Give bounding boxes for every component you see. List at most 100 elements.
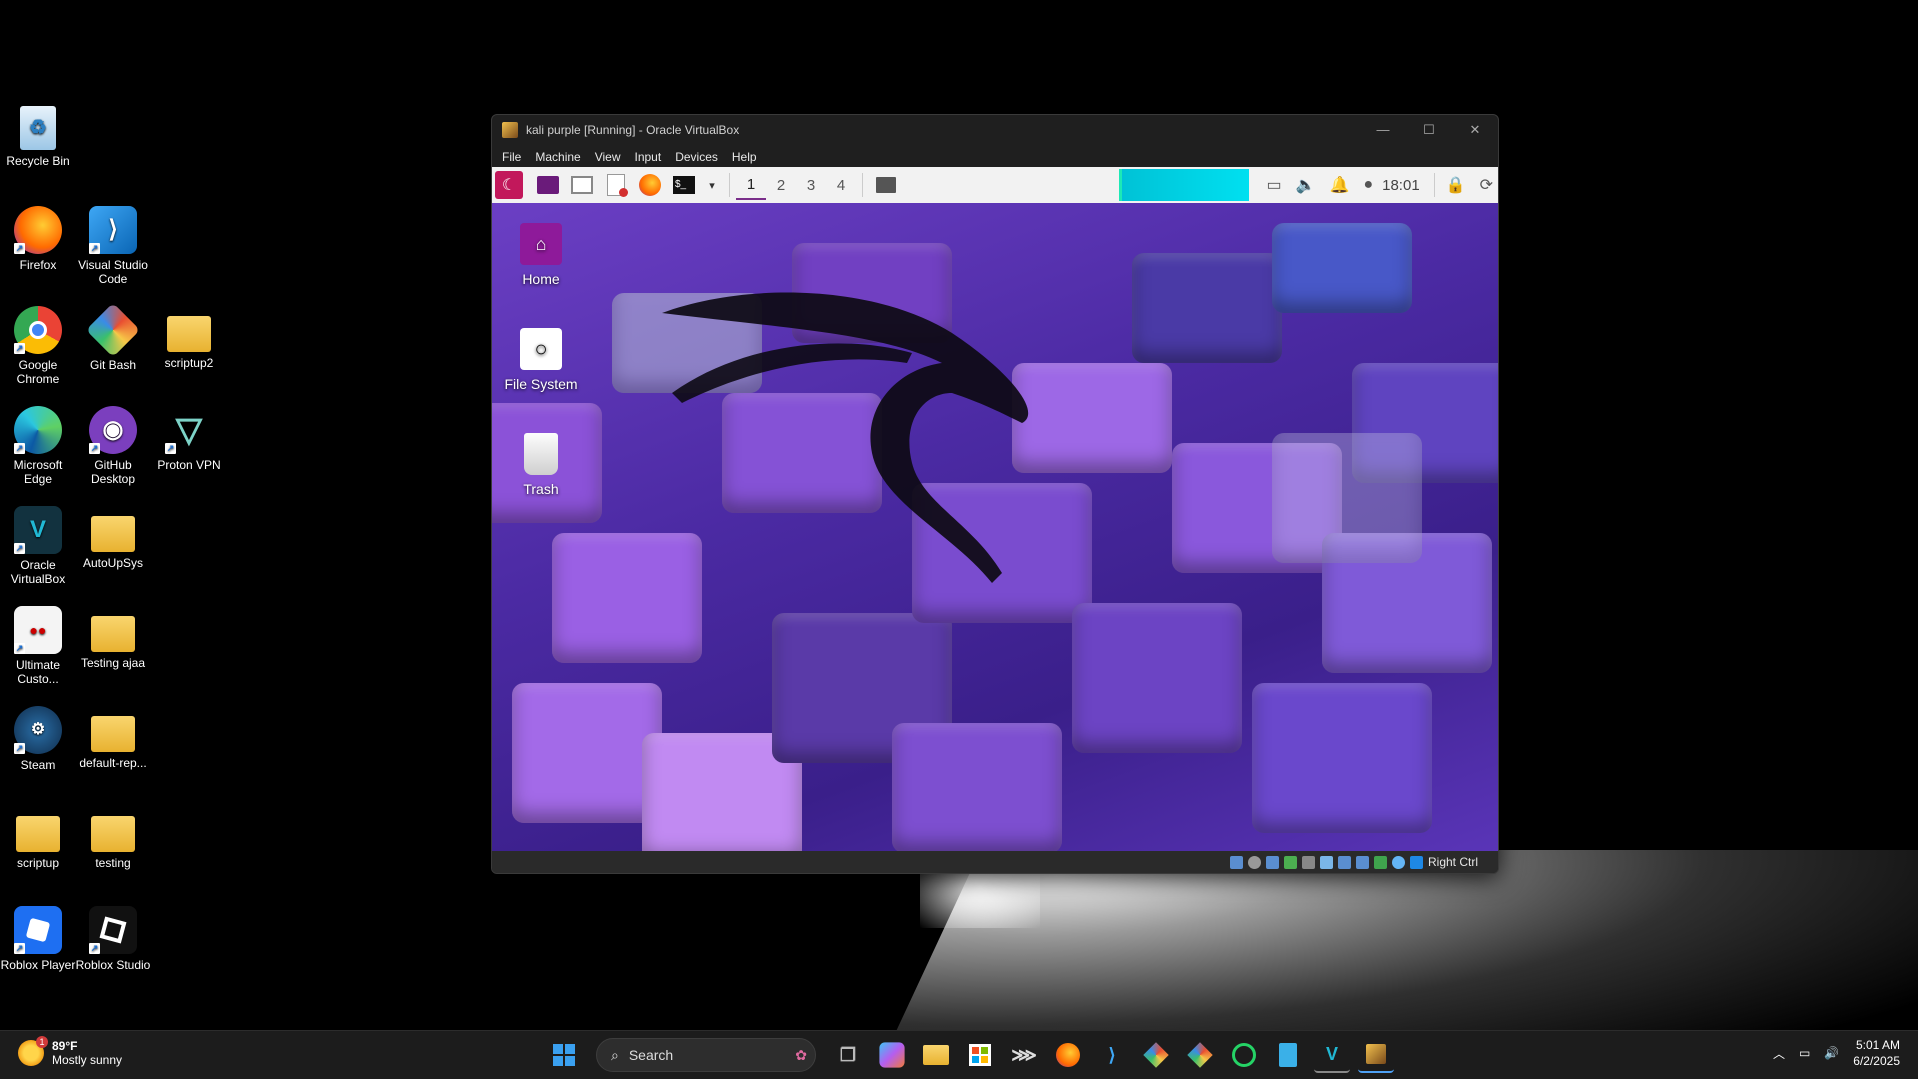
notepad-icon[interactable] xyxy=(1270,1037,1306,1073)
volume-icon[interactable]: 🔊 xyxy=(1824,1046,1839,1060)
desktop-icon-firefox[interactable]: ↗ Firefox xyxy=(0,206,76,272)
workspace-1[interactable]: 1 xyxy=(736,170,766,200)
desktop-icon-vscode[interactable]: ⟩ ↗ Visual Studio Code xyxy=(75,206,151,286)
cpu-status-icon[interactable] xyxy=(1373,855,1387,869)
folder-icon xyxy=(91,516,135,552)
kali-dragon-logo xyxy=(662,292,1029,583)
chevron-down-icon[interactable]: ▾ xyxy=(704,171,720,199)
desktop-icon-testing-ajaa[interactable]: Testing ajaa xyxy=(75,606,151,670)
desktop-icon-git-bash[interactable]: Git Bash xyxy=(75,302,151,372)
terminal-emulator-launcher[interactable] xyxy=(534,171,562,199)
kali-clock[interactable]: 18:01 xyxy=(1382,177,1420,194)
close-button[interactable]: ✕ xyxy=(1452,122,1498,138)
folder-window-icon xyxy=(571,176,593,194)
workspace-2[interactable]: 2 xyxy=(766,170,796,200)
desktop-icon-proton-vpn[interactable]: ▽ ↗ Proton VPN xyxy=(151,406,227,472)
whatsapp-icon[interactable] xyxy=(1226,1037,1262,1073)
virtualbox-taskbar-icon[interactable]: V xyxy=(1314,1037,1350,1073)
desktop-icon-scriptup[interactable]: scriptup xyxy=(0,806,76,870)
menu-devices[interactable]: Devices xyxy=(675,150,718,164)
microsoft-store-icon[interactable] xyxy=(962,1037,998,1073)
desktop-icon-github-desktop[interactable]: ◉ ↗ GitHub Desktop xyxy=(75,406,151,486)
file-explorer-icon[interactable] xyxy=(918,1037,954,1073)
recording-status-icon[interactable] xyxy=(1355,855,1369,869)
file-manager-launcher[interactable] xyxy=(568,171,596,199)
git-taskbar-icon[interactable] xyxy=(1138,1037,1174,1073)
weather-widget[interactable]: 1 89°F Mostly sunny xyxy=(18,1036,122,1067)
desktop-icon-label: GitHub Desktop xyxy=(90,458,136,486)
display-status-icon[interactable] xyxy=(1337,855,1351,869)
desktop-icon-recycle-bin[interactable]: ♻ Recycle Bin xyxy=(0,106,76,168)
shared-folders-status-icon[interactable] xyxy=(1319,855,1333,869)
trash-icon xyxy=(524,433,558,475)
chevron-up-icon[interactable]: ︿ xyxy=(1773,1045,1785,1062)
desktop-icon-scriptup2[interactable]: scriptup2 xyxy=(151,306,227,370)
terminal-launcher[interactable]: $_ xyxy=(670,171,698,199)
firefox-taskbar-icon[interactable] xyxy=(1050,1037,1086,1073)
menu-view[interactable]: View xyxy=(595,150,621,164)
menu-help[interactable]: Help xyxy=(732,150,757,164)
desktop-icon-default-rep[interactable]: default-rep... xyxy=(75,706,151,770)
text-editor-launcher[interactable] xyxy=(602,171,630,199)
notification-bell-icon[interactable]: 🔔 xyxy=(1330,175,1350,195)
menu-input[interactable]: Input xyxy=(635,150,662,164)
guest-icon-file-system[interactable]: ○ File System xyxy=(496,328,586,392)
desktop-icon-steam[interactable]: ⚙ ↗ Steam xyxy=(0,706,76,772)
maximize-button[interactable]: ☐ xyxy=(1406,122,1452,138)
show-desktop-button[interactable] xyxy=(872,171,900,199)
guest-icon-trash[interactable]: Trash xyxy=(496,433,586,497)
kali-desktop[interactable]: ⌂ Home ○ File System Trash xyxy=(492,203,1498,853)
virtualbox-icon: V ↗ xyxy=(14,506,62,554)
vscode-taskbar-icon[interactable]: ⟩ xyxy=(1094,1037,1130,1073)
update-icon[interactable]: ● xyxy=(1363,176,1373,194)
menu-file[interactable]: File xyxy=(502,150,521,164)
system-tray: ︿ ▭ 🔊 5:01 AM 6/2/2025 xyxy=(1773,1037,1900,1069)
volume-icon[interactable]: 🔈 xyxy=(1296,175,1316,195)
workspace-3[interactable]: 3 xyxy=(796,170,826,200)
kali-menu-button[interactable]: ☾ xyxy=(495,171,523,199)
chrome-icon: ↗ xyxy=(14,306,62,354)
taskbar-clock[interactable]: 5:01 AM 6/2/2025 xyxy=(1853,1037,1900,1069)
virtualbox-vm-taskbar-icon[interactable] xyxy=(1358,1037,1394,1073)
workspace-4[interactable]: 4 xyxy=(826,170,856,200)
network-status-icon[interactable] xyxy=(1283,855,1297,869)
desktop-icon-label: Git Bash xyxy=(89,358,137,372)
firefox-launcher[interactable] xyxy=(636,171,664,199)
lock-icon[interactable]: 🔒 xyxy=(1446,175,1466,195)
desktop-icon-testing[interactable]: testing xyxy=(75,806,151,870)
desktop-icon-label: Proton VPN xyxy=(157,458,221,472)
menu-machine[interactable]: Machine xyxy=(535,150,580,164)
taskbar-search-box[interactable]: ⌕ Search ✿ xyxy=(596,1038,816,1072)
network-icon[interactable]: ▭ xyxy=(1799,1046,1810,1060)
folder-icon xyxy=(91,616,135,652)
virtualbox-window[interactable]: kali purple [Running] - Oracle VirtualBo… xyxy=(491,114,1499,874)
keyboard-capture-icon[interactable] xyxy=(1409,855,1423,869)
mouse-integration-icon[interactable] xyxy=(1391,855,1405,869)
desktop-icon-roblox-studio[interactable]: ↗ Roblox Studio xyxy=(75,906,151,972)
copilot-icon[interactable] xyxy=(879,1042,905,1068)
desktop-icon-microsoft-edge[interactable]: ↗ Microsoft Edge xyxy=(0,406,76,486)
folder-icon xyxy=(16,816,60,852)
wallpaper-light-source xyxy=(920,868,1040,928)
hdd-status-icon[interactable] xyxy=(1229,855,1243,869)
terminal-app-icon[interactable]: ⋙ xyxy=(1006,1037,1042,1073)
vbox-titlebar[interactable]: kali purple [Running] - Oracle VirtualBo… xyxy=(492,115,1498,145)
logout-icon[interactable]: ⟳ xyxy=(1480,175,1493,195)
usb-status-icon[interactable] xyxy=(1301,855,1315,869)
desktop-icon-oracle-virtualbox[interactable]: V ↗ Oracle VirtualBox xyxy=(0,506,76,586)
optical-drive-status-icon[interactable] xyxy=(1247,855,1261,869)
desktop-icon-google-chrome[interactable]: ↗ Google Chrome xyxy=(0,306,76,386)
edge-icon: ↗ xyxy=(14,406,62,454)
guest-icon-home[interactable]: ⌂ Home xyxy=(496,223,586,287)
start-button[interactable] xyxy=(546,1037,582,1073)
desktop-icon-ultimate-custom[interactable]: ●● ↗ Ultimate Custo... xyxy=(0,606,76,686)
minimize-button[interactable]: — xyxy=(1360,122,1406,138)
task-view-icon[interactable]: ❐ xyxy=(830,1037,866,1073)
display-icon[interactable]: ▭ xyxy=(1266,175,1281,195)
desktop-icon-roblox-player[interactable]: ↗ Roblox Player xyxy=(0,906,76,972)
desktop-icon-autoupsys[interactable]: AutoUpSys xyxy=(75,506,151,570)
roblox-player-icon: ↗ xyxy=(14,906,62,954)
drive-icon: ○ xyxy=(520,328,562,370)
git-gui-taskbar-icon[interactable] xyxy=(1182,1037,1218,1073)
audio-status-icon[interactable] xyxy=(1265,855,1279,869)
